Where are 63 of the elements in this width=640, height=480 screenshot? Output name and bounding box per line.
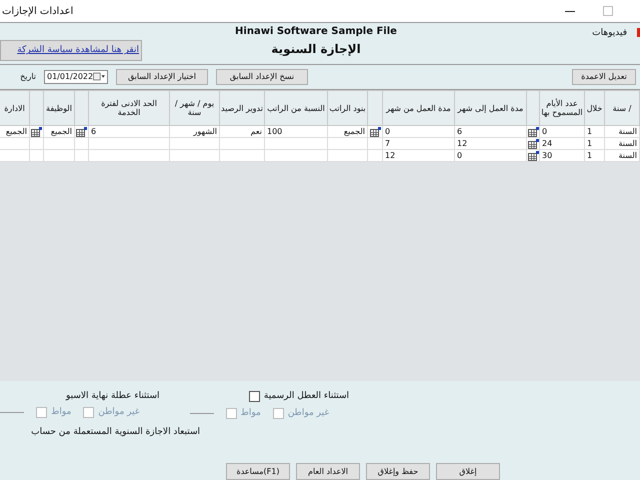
table-cell: 100 [264,126,328,138]
copy-previous-button[interactable]: نسخ الإعداد السابق [216,68,308,85]
column-header[interactable]: الوظيفة [44,90,74,126]
checkbox-label: غير مواطن [288,408,330,418]
column-header[interactable]: تدوير الرصيد [220,90,264,126]
column-header[interactable]: / سنة [604,90,640,126]
column-header[interactable]: خلال [584,90,604,126]
grid-icon[interactable] [76,126,87,137]
footer-button[interactable]: حفظ وإغلاق [366,462,430,480]
exclude-note: استبعاد الاجازة السنوية المستعملة من حساب [30,426,200,437]
table-cell: الجميع [44,126,74,138]
footer-button[interactable]: إغلاق [436,462,500,480]
footer-button[interactable]: الاعداد العام [296,462,360,480]
table-cell: 1 [584,150,604,162]
table-cell: السنة [604,138,640,150]
checkbox[interactable] [248,390,260,402]
column-header[interactable]: مدة العمل إلى شهر [454,90,526,126]
checkbox-label: مواط [240,408,261,418]
column-header[interactable]: الحد الادنى لفترة الخدمة [88,90,170,126]
grid-icon[interactable] [370,126,380,137]
checkbox-label: استثناء العطل الرسمية [264,391,350,402]
checkbox-label: غير مواطن [98,407,140,418]
table-cell: 0 [382,126,454,138]
company-name: Hinawi Software Sample File [234,26,398,37]
page-title: الإجازة السنوية [270,42,362,56]
table-cell: 7 [382,138,454,150]
column-header[interactable]: عدد الأيام المسموح بها [540,90,584,126]
column-header[interactable]: الادارة [0,90,30,126]
choose-previous-button[interactable]: اختيار الإعداد السابق [116,68,208,85]
table-cell: السنة [604,126,640,138]
table-cell: 30 [540,150,584,162]
window-title: اعدادات الإجازات [1,6,74,16]
videos-link[interactable]: فيديوهات [592,28,627,38]
checkbox-label: مواط [51,407,72,418]
table-cell: 0 [540,126,584,138]
table-cell: 1 [584,138,604,150]
column-header[interactable]: مدة العمل من شهر [382,90,454,126]
table-cell: السنة [604,150,640,162]
date-label: تاريخ [19,72,36,82]
table-cell: 12 [382,150,454,162]
column-header[interactable]: يوم / شهر / سنة [170,90,220,126]
table-cell: 6 [454,126,526,138]
table-cell: 1 [584,126,604,138]
table-cell: نعم [220,126,264,138]
grid-icon[interactable] [528,138,538,149]
grid-icon[interactable] [31,126,42,137]
column-header[interactable]: النسبة من الراتب [264,90,328,126]
table-cell: 6 [88,126,170,138]
table-cell: الجميع [0,126,30,138]
checkbox-label: استثناء عطلة نهاية الاسبو [66,390,160,401]
column-header[interactable]: بنود الراتب [328,90,368,126]
date-field[interactable]: 01/01/2022 [44,70,108,84]
table-cell: الجميع [328,126,368,138]
table-cell: 0 [454,150,526,162]
grid-icon[interactable] [528,150,538,161]
table-cell: 12 [454,138,526,150]
edit-columns-button[interactable]: تعديل الاعمدة [572,68,636,85]
calendar-dropdown-icon[interactable] [93,72,105,82]
table-cell: الشهور [170,126,220,138]
grid-icon[interactable] [528,126,538,137]
policy-link[interactable]: انقر هنا لمشاهدة سياسة الشركة [0,40,142,61]
table-cell: 24 [540,138,584,150]
footer-button[interactable]: (F1)مساعدة [226,462,290,480]
